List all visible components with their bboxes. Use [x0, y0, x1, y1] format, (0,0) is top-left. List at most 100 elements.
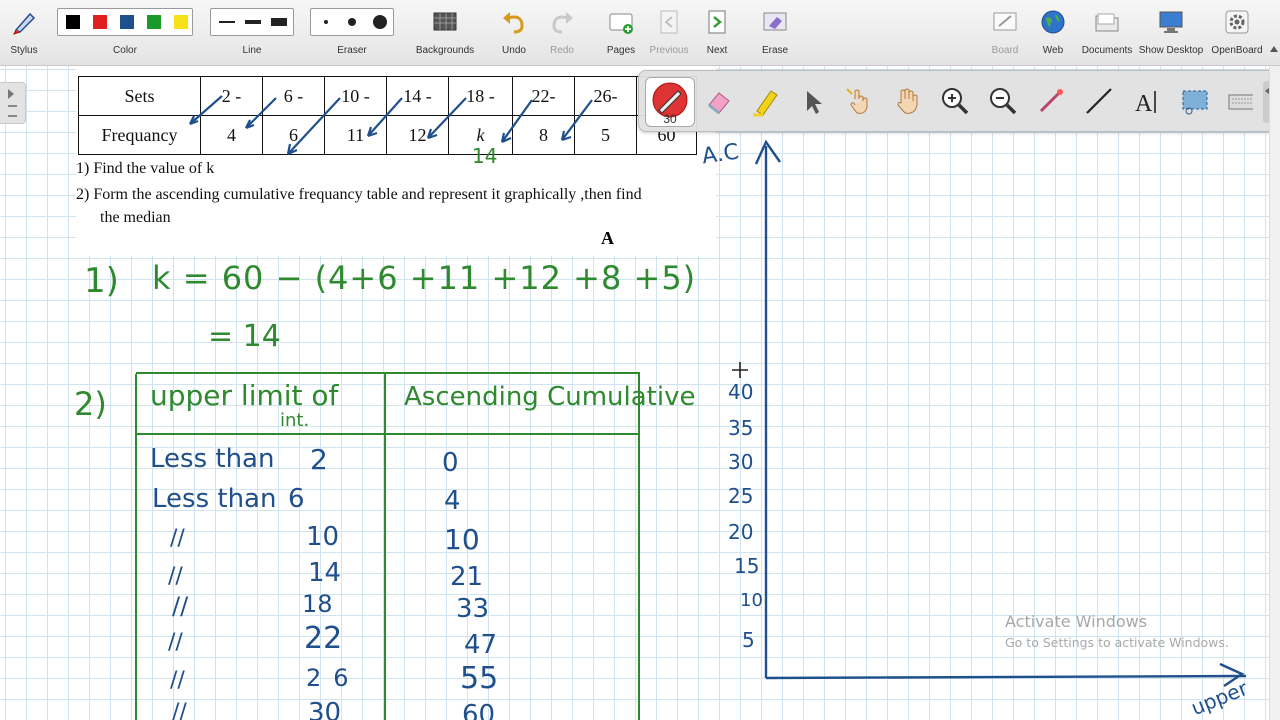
openboard-label: OpenBoard — [1211, 45, 1263, 56]
vertical-scrollbar[interactable] — [1269, 66, 1280, 720]
keyboard-icon[interactable] — [1227, 85, 1253, 117]
line-medium-option[interactable] — [245, 20, 261, 24]
highlighter-icon[interactable] — [749, 85, 781, 117]
backgrounds-button[interactable]: Backgrounds — [412, 0, 478, 66]
grid-background-icon — [433, 12, 457, 31]
step-1-label: 1) — [84, 261, 119, 301]
next-button[interactable]: Next — [698, 0, 736, 66]
row-limit: 2 — [310, 443, 328, 476]
eraser-medium-option[interactable] — [348, 18, 356, 26]
undo-icon — [503, 12, 524, 34]
stylus-label: Stylus — [10, 45, 38, 56]
table-right-border — [638, 374, 640, 720]
laser-hand-icon[interactable] — [843, 85, 875, 117]
show-desktop-button[interactable]: Show Desktop — [1138, 0, 1204, 66]
laser-pointer-icon[interactable] — [1035, 85, 1067, 117]
documents-label: Documents — [1081, 45, 1133, 56]
x-axis-line — [765, 674, 1247, 680]
undo-button[interactable]: Undo — [494, 0, 534, 66]
next-page-icon — [708, 10, 726, 34]
backgrounds-label: Backgrounds — [415, 45, 475, 56]
whiteboard-canvas[interactable]: Sets 2 - 6 - 10 - 14 - 18 - 22- 26- Freq… — [0, 66, 1280, 720]
line-thick-option[interactable] — [271, 18, 287, 26]
marker-a: A — [601, 228, 614, 248]
redo-button[interactable]: Redo — [542, 0, 582, 66]
line-label: Line — [242, 45, 262, 56]
web-label: Web — [1042, 45, 1064, 56]
zoom-in-icon[interactable] — [939, 85, 971, 117]
col2-header: Ascending Cumulative — [404, 382, 696, 412]
expand-arrow-icon — [8, 89, 14, 99]
web-button[interactable]: Web — [1034, 0, 1072, 66]
arrow-stroke — [427, 97, 467, 139]
eraser-label: Eraser — [337, 45, 367, 56]
panel-handle-icon — [8, 105, 17, 117]
line-icon[interactable] — [1083, 85, 1115, 117]
stylus-button[interactable]: Stylus — [0, 0, 48, 66]
color-swatch-black[interactable] — [66, 15, 80, 29]
row-limit: 26 — [306, 664, 361, 692]
capture-icon[interactable] — [1179, 85, 1211, 117]
erase-label: Erase — [761, 45, 789, 56]
openboard-button[interactable]: OpenBoard — [1206, 0, 1268, 66]
pages-label: Pages — [606, 45, 636, 56]
zoom-out-icon[interactable] — [987, 85, 1019, 117]
board-label: Board — [991, 45, 1019, 56]
color-swatch-yellow[interactable] — [174, 15, 188, 29]
row-limit: 6 — [288, 484, 305, 514]
erase-button[interactable]: Erase — [754, 0, 796, 66]
cursor-crosshair-icon — [732, 362, 748, 378]
table-left-border — [135, 374, 137, 720]
pages-button[interactable]: Pages — [600, 0, 642, 66]
stylus-icon — [13, 12, 36, 35]
erase-board-icon — [763, 12, 787, 31]
col1-header-line-1: upper limit of — [150, 379, 339, 412]
color-group: Color — [55, 0, 195, 66]
left-panel-toggle[interactable] — [0, 82, 26, 124]
row-label: // — [172, 592, 189, 620]
toolbar-scroll-up-icon[interactable] — [1270, 46, 1278, 52]
arrow-stroke — [287, 97, 341, 155]
eraser-large-option[interactable] — [373, 15, 387, 29]
row-limit: 18 — [302, 590, 333, 618]
table-column-divider — [384, 374, 386, 720]
table-top-border — [136, 372, 640, 374]
zoom-readout: 30 — [663, 112, 677, 126]
redo-label: Redo — [550, 45, 574, 56]
color-swatch-blue[interactable] — [120, 15, 134, 29]
color-swatch-green[interactable] — [147, 15, 161, 29]
row-label: // — [172, 700, 187, 720]
board-button[interactable]: Board — [984, 0, 1026, 66]
eraser-tool-icon[interactable] — [703, 85, 735, 117]
line-thin-option[interactable] — [219, 21, 235, 23]
question-2-line-1: 2) Form the ascending cumulative frequan… — [76, 186, 642, 203]
step-2-label: 2) — [74, 385, 107, 423]
color-label: Color — [113, 45, 137, 56]
text-icon[interactable]: A — [1131, 85, 1163, 117]
question-1: 1) Find the value of k — [76, 160, 215, 177]
row-cumulative: 10 — [444, 523, 480, 556]
row-limit: 30 — [308, 698, 342, 720]
row-limit: 10 — [306, 522, 340, 552]
documents-button[interactable]: Documents — [1078, 0, 1136, 66]
y-tick-label: 20 — [728, 520, 754, 544]
pointer-icon[interactable] — [797, 85, 829, 117]
globe-icon — [1041, 10, 1065, 34]
row-cumulative: 4 — [444, 486, 461, 516]
eraser-small-option[interactable] — [324, 20, 328, 24]
previous-button[interactable]: Previous — [646, 0, 692, 66]
color-swatch-red[interactable] — [93, 15, 107, 29]
desktop-icon — [1159, 11, 1183, 33]
y-tick-label: 35 — [728, 416, 754, 440]
step-1-equation: k = 60 − (4+6 +11 +12 +8 +5) — [152, 259, 697, 297]
y-tick-label: 5 — [742, 628, 755, 652]
y-axis-arrow-icon — [754, 139, 781, 165]
board-icon — [993, 12, 1017, 31]
row-limit: 22 — [304, 621, 343, 656]
col1-header-line-2: int. — [280, 410, 310, 431]
pen-tool-button[interactable]: 30 — [645, 77, 695, 127]
row-cumulative: 55 — [460, 661, 499, 696]
row-label: // — [168, 630, 183, 655]
previous-page-icon — [660, 10, 678, 34]
hand-icon[interactable] — [891, 85, 923, 117]
